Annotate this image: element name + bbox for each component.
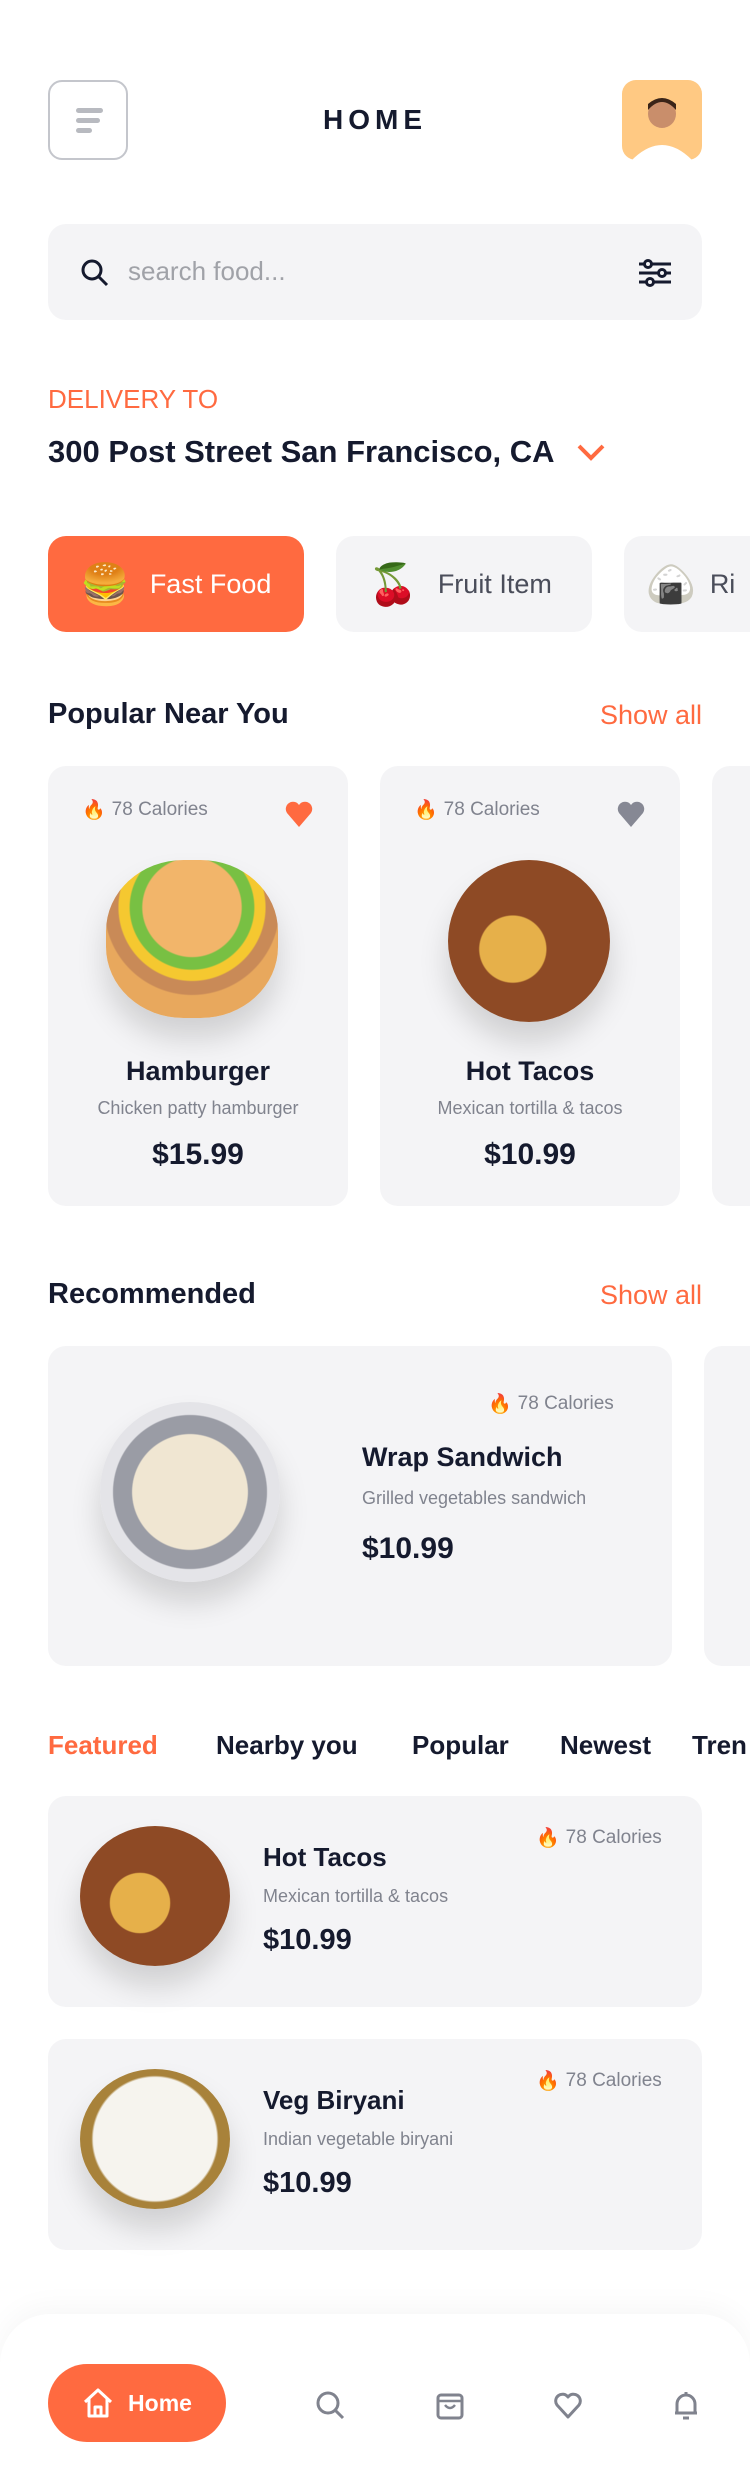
filter-icon[interactable] (638, 258, 672, 288)
chevron-down-icon (577, 444, 605, 461)
food-name: Wrap Sandwich (362, 1442, 563, 1472)
calories: 🔥 78 Calories (536, 1826, 662, 1850)
food-desc: Chicken patty hamburger (97, 1098, 299, 1118)
category-label: Ri (709, 568, 736, 599)
wrap-image (100, 1402, 280, 1582)
food-price: $10.99 (263, 1924, 352, 1956)
category-label: Fast Food (149, 568, 272, 599)
bell-icon[interactable] (671, 2390, 701, 2420)
tab-nearby-you[interactable]: Nearby you (216, 1730, 358, 1761)
calories: 🔥 78 Calories (82, 798, 208, 822)
popular-show-all[interactable]: Show all (600, 700, 702, 731)
popular-card-partial[interactable] (712, 766, 750, 1206)
rice-icon: 🍙 (646, 562, 696, 607)
calories-text: 78 Calories (443, 799, 540, 820)
category-rice[interactable]: 🍙 Ri (624, 536, 750, 632)
heart-icon[interactable] (616, 800, 646, 828)
food-desc: Mexican tortilla & tacos (437, 1098, 623, 1118)
food-desc: Indian vegetable biryani (263, 2129, 454, 2149)
fire-icon: 🔥 (414, 800, 438, 821)
food-price: $10.99 (263, 2167, 352, 2199)
recommended-card[interactable]: 🔥 78 Calories Wrap Sandwich Grilled veget… (48, 1346, 672, 1666)
food-desc: Mexican tortilla & tacos (263, 1886, 449, 1906)
address-text: 300 Post Street San Francisco, CA (48, 434, 554, 469)
calories: 🔥 78 Calories (414, 798, 540, 822)
search-input[interactable]: search food... (48, 224, 702, 320)
fire-icon: 🔥 (82, 800, 106, 821)
food-name: Hot Tacos (263, 1842, 387, 1872)
category-fast-food[interactable]: 🍔 Fast Food (48, 536, 304, 632)
food-name: Veg Biryani (263, 2085, 405, 2115)
tab-newest[interactable]: Newest (560, 1730, 651, 1761)
popular-card[interactable]: 🔥 78 Calories Hot Tacos Mexican tortilla … (380, 766, 680, 1206)
bag-icon[interactable] (435, 2390, 465, 2420)
food-name: Hamburger (125, 1056, 271, 1086)
food-name: Hot Tacos (465, 1056, 595, 1086)
fire-icon: 🔥 (488, 1394, 512, 1415)
fire-icon: 🔥 (536, 1828, 560, 1849)
cherry-icon: 🍒 (368, 562, 418, 607)
food-price: $10.99 (484, 1138, 576, 1171)
calories-text: 78 Calories (517, 1393, 614, 1414)
calories: 🔥 78 Calories (536, 2069, 662, 2093)
tab-trending[interactable]: Tren (692, 1730, 747, 1761)
search-icon (81, 259, 109, 287)
calories: 🔥 78 Calories (488, 1392, 614, 1416)
avatar[interactable] (622, 80, 702, 160)
recommended-show-all[interactable]: Show all (600, 1280, 702, 1311)
food-price: $10.99 (362, 1532, 454, 1565)
category-fruit-item[interactable]: 🍒 Fruit Item (336, 536, 592, 632)
delivery-address[interactable]: 300 Post Street San Francisco, CA (48, 434, 606, 470)
food-price: $15.99 (152, 1138, 244, 1171)
biryani-image (80, 2069, 230, 2209)
list-item[interactable]: 🔥 78 Calories Veg Biryani Indian vegetabl… (48, 2039, 702, 2250)
fire-icon: 🔥 (536, 2071, 560, 2092)
search-icon[interactable] (315, 2390, 345, 2420)
heart-icon[interactable] (553, 2390, 583, 2420)
food-desc: Grilled vegetables sandwich (362, 1488, 587, 1508)
hamburger-image (106, 860, 278, 1018)
heart-icon[interactable] (284, 800, 314, 828)
bottom-nav: Home (0, 2314, 750, 2492)
home-icon (84, 2388, 113, 2418)
calories-text: 78 Calories (565, 1827, 662, 1848)
recommended-heading: Recommended (48, 1278, 256, 1310)
tacos-image (448, 860, 610, 1022)
popular-heading: Popular Near You (48, 698, 289, 730)
nav-home-label: Home (128, 2389, 192, 2416)
search-placeholder: search food... (128, 256, 286, 286)
popular-card[interactable]: 🔥 78 Calories Hamburger Chicken patty ham… (48, 766, 348, 1206)
calories-text: 78 Calories (111, 799, 208, 820)
tab-popular[interactable]: Popular (412, 1730, 509, 1761)
burger-icon: 🍔 (80, 562, 130, 607)
tab-featured[interactable]: Featured (48, 1730, 158, 1761)
calories-text: 78 Calories (565, 2070, 662, 2091)
delivery-label: DELIVERY TO (48, 384, 219, 414)
recommended-card-partial[interactable] (704, 1346, 750, 1666)
nav-home[interactable]: Home (48, 2364, 226, 2442)
tacos-image (80, 1826, 230, 1966)
list-item[interactable]: 🔥 78 Calories Hot Tacos Mexican tortilla … (48, 1796, 702, 2007)
category-label: Fruit Item (437, 568, 552, 599)
